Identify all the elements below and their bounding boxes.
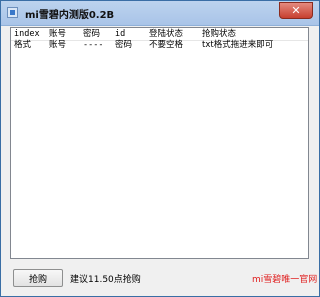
hint-text: 建议11.50点抢购	[70, 275, 141, 285]
bottom-bar: 抢购 建议11.50点抢购 mi雪碧唯一官网	[2, 259, 318, 295]
app-window: mi雪碧内测版0.2B ✕ index 账号 密码 id 登陆状态 抢购状态 格…	[0, 0, 320, 297]
window-title: mi雪碧内测版0.2B	[25, 10, 115, 21]
accounts-list[interactable]: index 账号 密码 id 登陆状态 抢购状态 格式 账号 ---- 密码 不…	[10, 27, 309, 259]
app-icon	[7, 7, 18, 18]
cell-login-status: 不要空格	[149, 40, 184, 50]
official-site-link[interactable]: mi雪碧唯一官网	[252, 272, 317, 285]
cell-index: 格式	[14, 40, 32, 50]
grab-button[interactable]: 抢购	[13, 269, 63, 287]
cell-account: 账号	[49, 40, 67, 50]
cell-purchase-status: txt格式拖进来即可	[202, 40, 274, 50]
close-icon: ✕	[291, 4, 301, 17]
cell-id: 密码	[115, 40, 133, 50]
close-button[interactable]: ✕	[279, 2, 313, 19]
title-bar[interactable]: mi雪碧内测版0.2B ✕	[1, 1, 319, 26]
cell-password: ----	[83, 40, 104, 50]
list-item[interactable]: 格式 账号 ---- 密码 不要空格 txt格式拖进来即可	[11, 39, 308, 51]
